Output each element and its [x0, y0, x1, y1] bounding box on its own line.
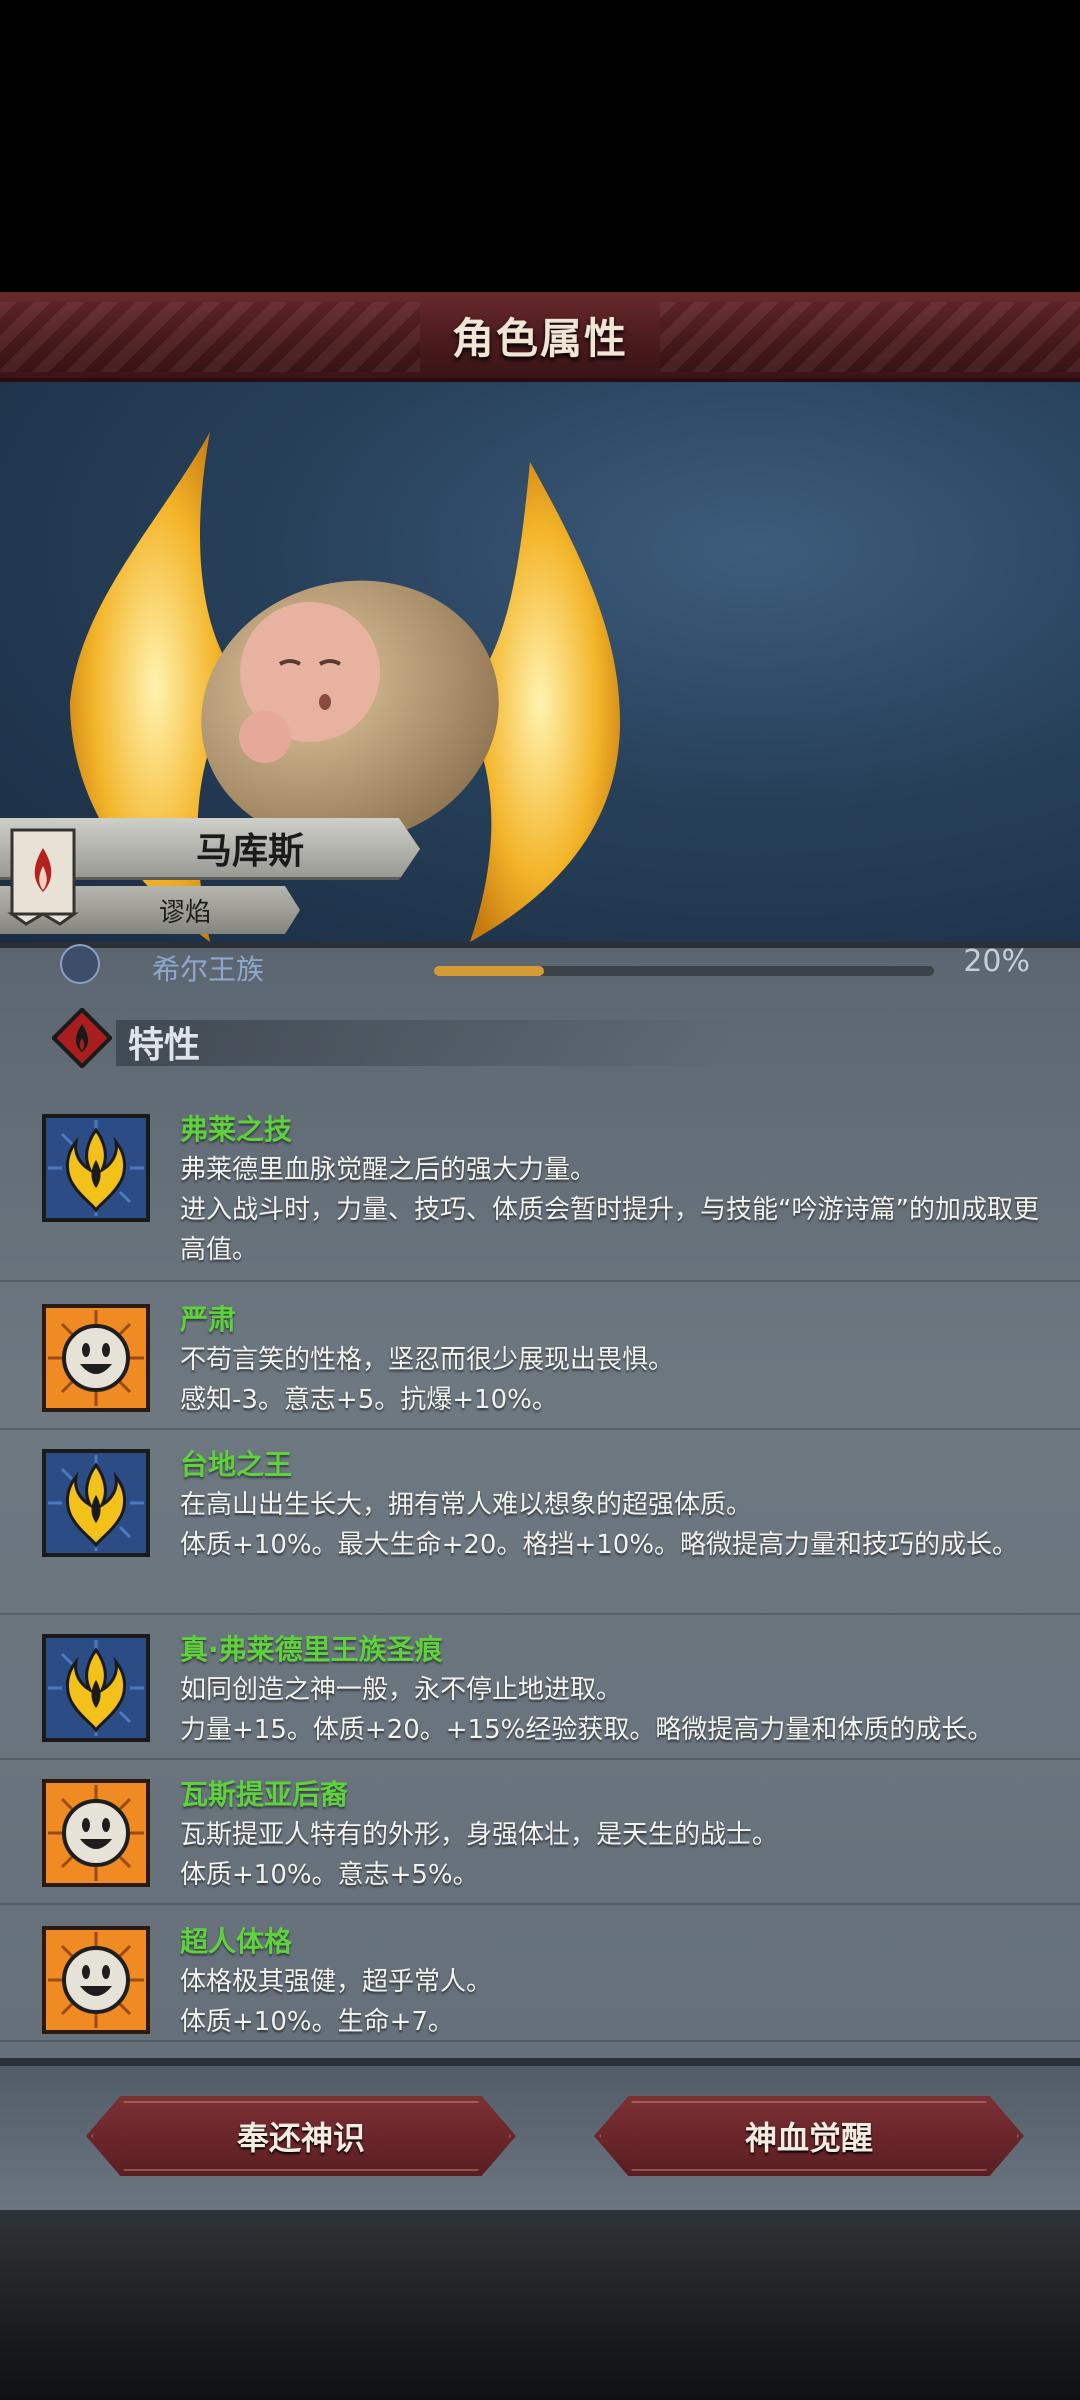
- lineage-icon: [60, 944, 100, 984]
- trait-description-line: 力量+15。体质+20。+15%经验获取。略微提高力量和体质的成长。: [180, 1715, 994, 1745]
- lineage-progress-fill: [434, 966, 544, 976]
- trait-row[interactable]: 真·弗莱德里王族圣痕如同创造之神一般，永不停止地进取。力量+15。体质+20。+…: [0, 1620, 1080, 1760]
- flame-diamond-icon: [52, 1008, 112, 1068]
- bottom-area: [0, 2210, 1080, 2400]
- status-area: [0, 0, 1080, 292]
- partial-progress-row: 希尔王族 20%: [60, 944, 1040, 986]
- trait-description-line: 感知-3。意志+5。抗爆+10%。: [180, 1385, 558, 1415]
- trait-description: 如同创造之神一般，永不停止地进取。力量+15。体质+20。+15%经验获取。略微…: [180, 1670, 1040, 1750]
- trait-description: 弗莱德里血脉觉醒之后的强大力量。进入战斗时，力量、技巧、体质会暂时提升，与技能“…: [180, 1150, 1040, 1270]
- lineage-progress-bar: [434, 966, 934, 976]
- trait-description-line: 在高山出生长大，拥有常人难以想象的超强体质。: [180, 1490, 753, 1520]
- trait-description: 瓦斯提亚人特有的外形，身强体壮，是天生的战士。 体质+10%。意志+5%。: [180, 1815, 1040, 1895]
- golden-flame-emblem-icon: [42, 1449, 150, 1557]
- golden-flame-emblem-icon: [42, 1634, 150, 1742]
- trait-description: 在高山出生长大，拥有常人难以想象的超强体质。体质+10%。最大生命+20。格挡+…: [180, 1485, 1040, 1565]
- awaken-blood-label: 神血觉醒: [744, 2119, 873, 2157]
- trait-description-line: 体质+10%。最大生命+20。格挡+10%。略微提高力量和技巧的成长。: [180, 1530, 1019, 1560]
- trait-description-line: 体格极其强健，超乎常人。: [180, 1967, 493, 1997]
- traits-section-label: 特性: [128, 1025, 201, 1066]
- trait-row[interactable]: 台地之王在高山出生长大，拥有常人难以想象的超强体质。体质+10%。最大生命+20…: [0, 1435, 1080, 1615]
- trait-row[interactable]: 弗莱之技弗莱德里血脉觉醒之后的强大力量。进入战斗时，力量、技巧、体质会暂时提升，…: [0, 1100, 1080, 1282]
- header-bar: 角色属性: [0, 292, 1080, 382]
- trait-name: 瓦斯提亚后裔: [180, 1778, 349, 1811]
- character-class: 谬焰: [158, 897, 211, 928]
- trait-name: 真·弗莱德里王族圣痕: [180, 1633, 443, 1666]
- trait-description-line: 弗莱德里血脉觉醒之后的强大力量。: [180, 1155, 597, 1185]
- trait-name: 超人体格: [180, 1925, 293, 1958]
- trait-description-line: 瓦斯提亚人特有的外形，身强体壮，是天生的战士。: [180, 1820, 779, 1850]
- character-name: 马库斯: [195, 830, 304, 872]
- faction-banner-icon: [7, 828, 79, 926]
- return-divine-label: 奉还神识: [236, 2119, 365, 2157]
- smiley-face-icon: [42, 1304, 150, 1412]
- lineage-percent: 20%: [963, 944, 1030, 979]
- trait-description: 体格极其强健，超乎常人。 体质+10%。生命+7。: [180, 1962, 1040, 2042]
- return-divine-button[interactable]: 奉还神识: [86, 2096, 516, 2176]
- trait-name: 弗莱之技: [180, 1113, 293, 1146]
- trait-description-line: 体质+10%。意志+5%。: [180, 1860, 479, 1890]
- trait-name: 严肃: [180, 1303, 237, 1336]
- page-title: 角色属性: [451, 313, 628, 363]
- trait-row[interactable]: 超人体格体格极其强健，超乎常人。 体质+10%。生命+7。: [0, 1912, 1080, 2042]
- lineage-label: 希尔王族: [152, 953, 265, 986]
- golden-flame-emblem-icon: [42, 1114, 150, 1222]
- trait-row[interactable]: 瓦斯提亚后裔瓦斯提亚人特有的外形，身强体壮，是天生的战士。 体质+10%。意志+5…: [0, 1765, 1080, 1905]
- baby-hand: [239, 711, 291, 763]
- traits-section-header: 特性: [46, 1008, 746, 1068]
- trait-description-line: 不苟言笑的性格，坚忍而很少展现出畏惧。: [180, 1345, 675, 1375]
- smiley-face-icon: [42, 1926, 150, 2034]
- trait-row[interactable]: 严肃不苟言笑的性格，坚忍而很少展现出畏惧。 感知-3。意志+5。抗爆+10%。: [0, 1290, 1080, 1430]
- trait-description-line: 体质+10%。生命+7。: [180, 2007, 454, 2037]
- trait-name: 台地之王: [180, 1448, 293, 1481]
- awaken-blood-button[interactable]: 神血觉醒: [594, 2096, 1024, 2176]
- trait-description-line: 如同创造之神一般，永不停止地进取。: [180, 1675, 623, 1705]
- trait-description-line: 进入战斗时，力量、技巧、体质会暂时提升，与技能“吟游诗篇”的加成取更高值。: [180, 1195, 1039, 1265]
- smiley-face-icon: [42, 1779, 150, 1887]
- trait-description: 不苟言笑的性格，坚忍而很少展现出畏惧。 感知-3。意志+5。抗爆+10%。: [180, 1340, 1040, 1420]
